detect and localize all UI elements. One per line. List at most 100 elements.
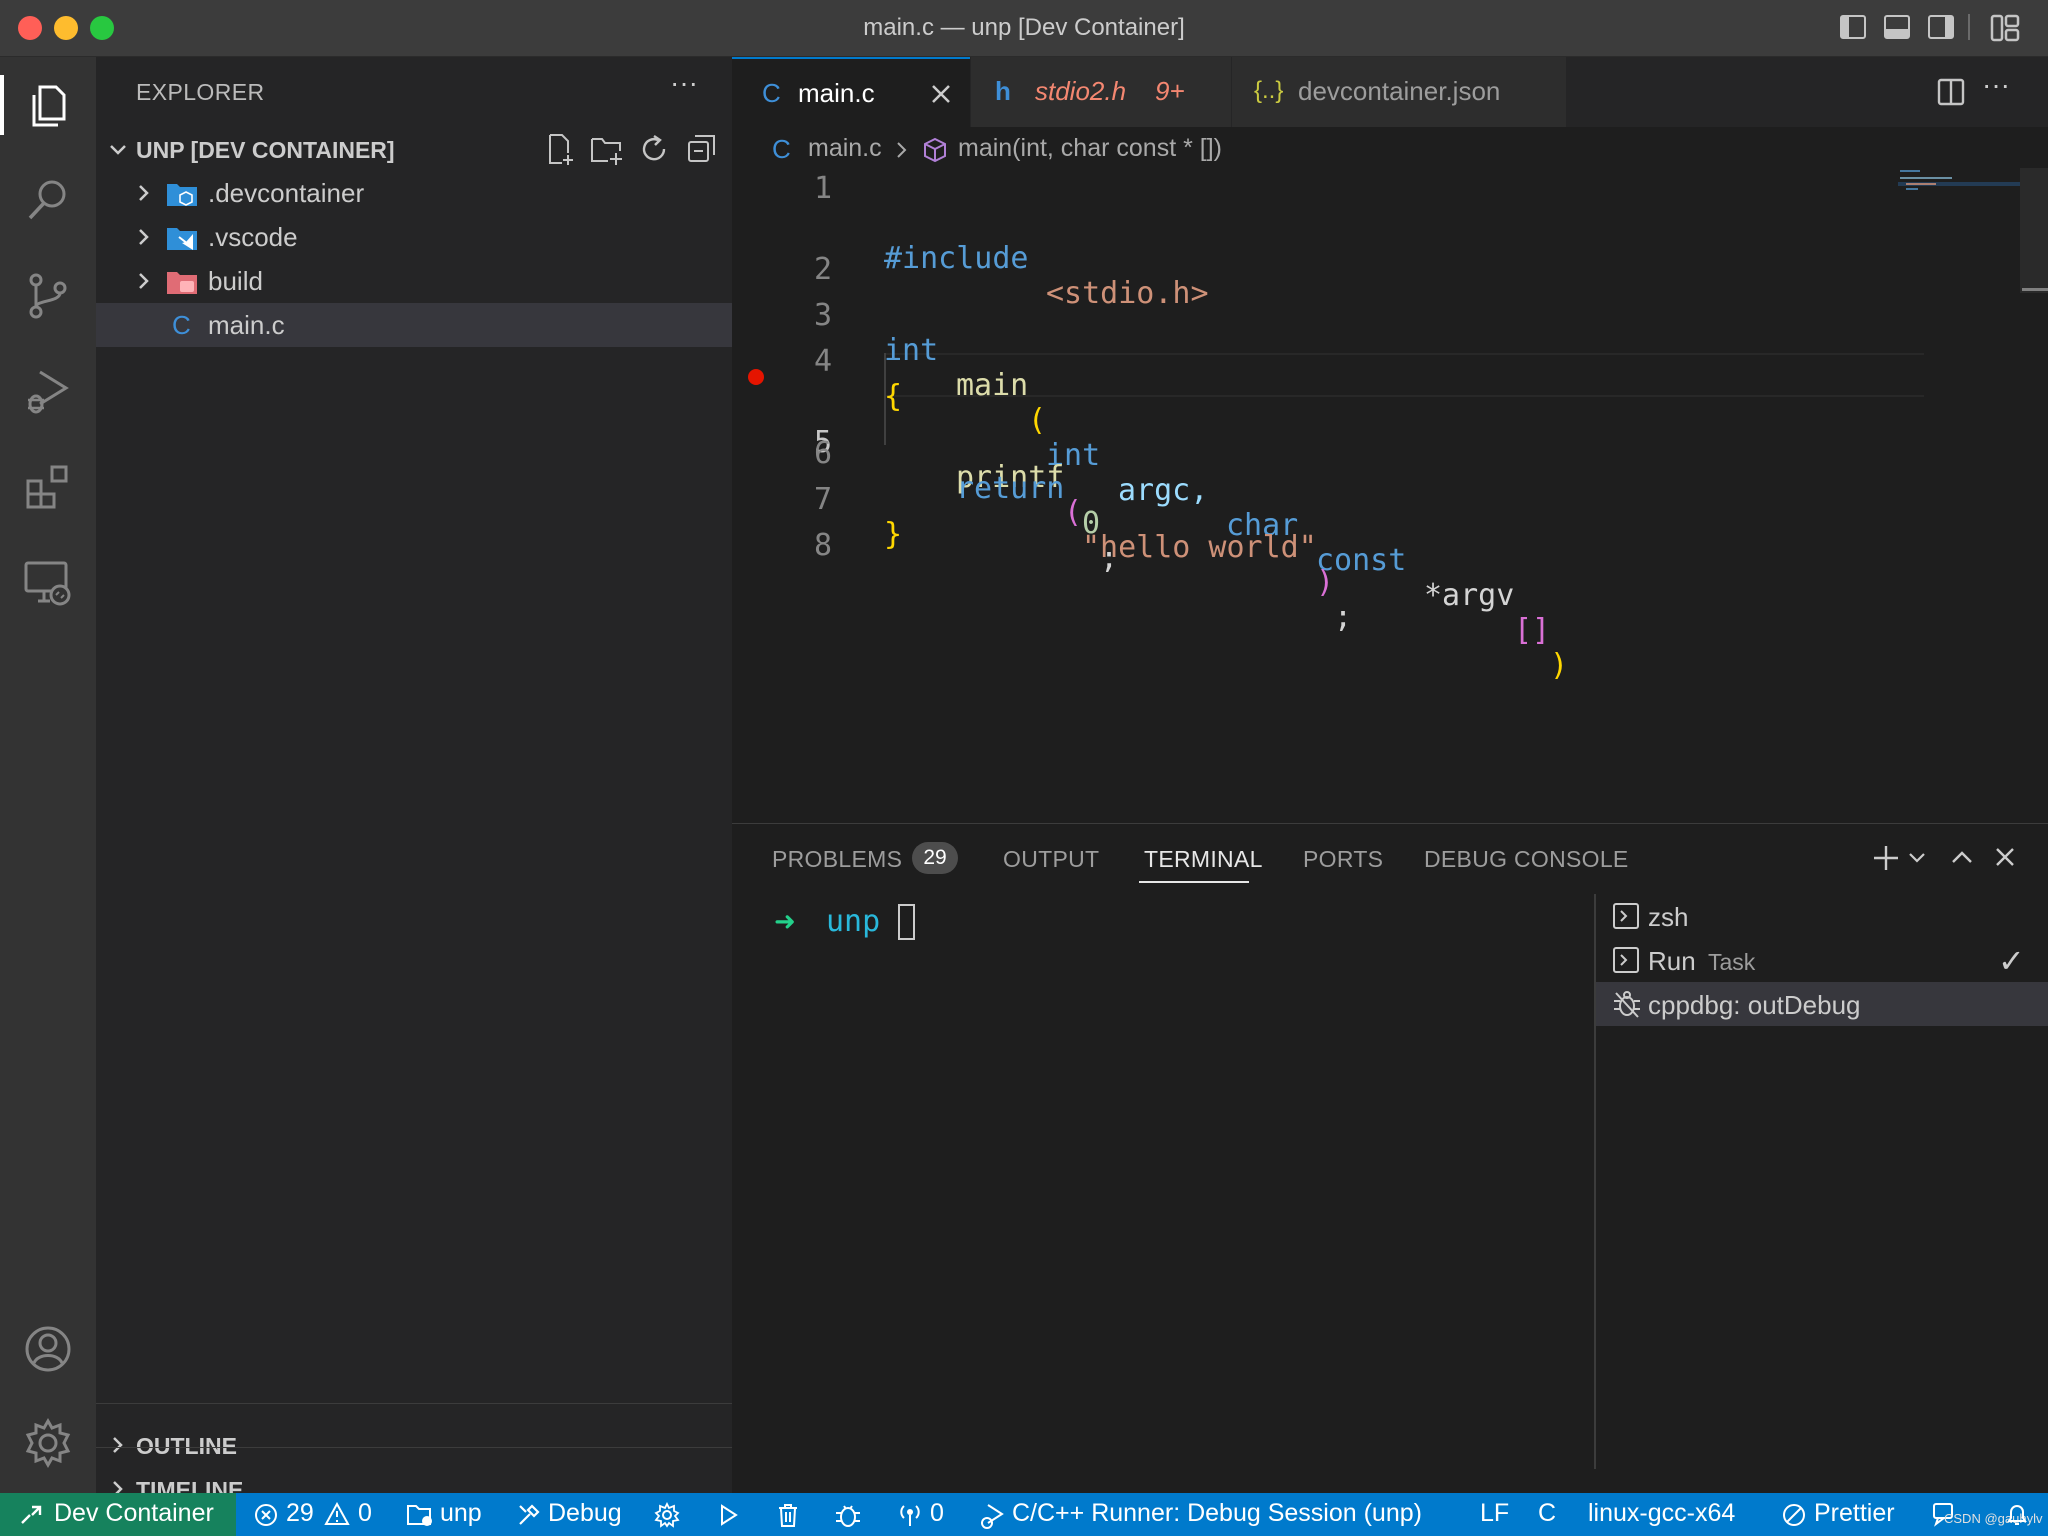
ports-status[interactable]: 0 <box>896 1493 950 1536</box>
code-line-7: 7 } <box>732 447 902 552</box>
error-icon <box>255 1504 277 1526</box>
more-actions-icon[interactable]: ··· <box>1982 69 2010 101</box>
tab-ports[interactable]: PORTS <box>1303 846 1383 873</box>
customize-layout-icon[interactable] <box>1990 14 2020 42</box>
split-editor-icon[interactable] <box>1936 77 1966 107</box>
tab-debug-console[interactable]: DEBUG CONSOLE <box>1424 846 1629 873</box>
explorer-icon[interactable] <box>18 75 78 135</box>
terminal-list-item-cppdbg[interactable]: cppdbg: outDebug <box>1596 982 2048 1026</box>
tab-stdio2-h[interactable]: h stdio2.h 9+ <box>971 57 1231 127</box>
remote-explorer-icon[interactable] <box>18 553 78 613</box>
accounts-icon[interactable] <box>18 1319 78 1379</box>
search-icon[interactable] <box>18 170 78 230</box>
build-config-status[interactable]: Debug <box>512 1493 626 1536</box>
debug-alt-icon <box>981 1504 1004 1529</box>
toggle-primary-sidebar-icon[interactable] <box>1840 15 1866 39</box>
run-and-debug-icon[interactable] <box>18 362 78 422</box>
ports-count: 0 <box>930 1499 944 1527</box>
close-icon[interactable] <box>930 83 952 105</box>
tree-item-build[interactable]: build <box>96 259 732 303</box>
tab-terminal[interactable]: TERMINAL <box>1144 846 1263 873</box>
chevron-right-icon <box>139 273 149 289</box>
folder-vscode-icon <box>167 228 197 250</box>
tab-devcontainer-json[interactable]: {..} devcontainer.json <box>1232 57 1566 127</box>
keyword: int <box>884 333 939 368</box>
bracket: ) <box>1550 648 1569 683</box>
title-bar: main.c — unp [Dev Container] <box>0 0 2048 57</box>
tab-output[interactable]: OUTPUT <box>1003 846 1099 873</box>
tree-item-devcontainer[interactable]: .devcontainer <box>96 171 732 215</box>
remote-indicator[interactable]: Dev Container <box>0 1493 236 1536</box>
bottom-panel: PROBLEMS 29 OUTPUT TERMINAL PORTS DEBUG … <box>732 823 2048 1494</box>
editor-scrollbar[interactable] <box>2020 168 2048 293</box>
breakpoint-dot[interactable] <box>748 369 764 385</box>
new-file-icon[interactable] <box>544 133 576 165</box>
breadcrumb: C main.c main(int, char const * []) <box>732 127 2048 171</box>
refresh-icon[interactable] <box>638 133 670 165</box>
tree-item-main-c[interactable]: C main.c <box>96 303 732 347</box>
code-line-1: 1 #include <stdio.h> <box>732 171 1209 311</box>
terminal-list-item-zsh[interactable]: zsh <box>1596 894 2048 938</box>
folder-label: unp <box>440 1499 482 1527</box>
prettier-status[interactable]: Prettier <box>1780 1493 1920 1536</box>
remote-label: Dev Container <box>54 1499 214 1527</box>
tab-problems[interactable]: PROBLEMS <box>772 846 902 873</box>
new-folder-icon[interactable] <box>590 133 624 165</box>
bracket: ( <box>1064 495 1083 530</box>
header-file-icon: h <box>995 76 1011 106</box>
number-literal: 0 <box>1082 506 1101 541</box>
run-play-icon[interactable] <box>716 1503 740 1527</box>
debug-bug-icon[interactable] <box>834 1502 862 1528</box>
status-bar: Dev Container 29 0 unp Debug 0 C/C++ Run… <box>0 1493 2048 1536</box>
tab-main-c[interactable]: C main.c <box>732 57 970 127</box>
folder-build-icon <box>167 272 197 294</box>
cpp-configuration[interactable]: linux-gcc-x64 <box>1588 1499 1735 1528</box>
eol-indicator[interactable]: LF <box>1480 1499 1509 1528</box>
bracket: ( <box>1028 403 1047 438</box>
debug-icon <box>1614 991 1640 1018</box>
toggle-panel-icon[interactable] <box>1884 15 1910 39</box>
debug-session-status[interactable]: C/C++ Runner: Debug Session (unp) <box>976 1493 1426 1536</box>
code-editor[interactable]: 1 #include <stdio.h> 2 3 int main ( int … <box>732 171 1924 683</box>
warning-count: 0 <box>358 1499 372 1527</box>
chevron-down-icon[interactable] <box>1908 850 1926 866</box>
outline-section-header[interactable]: OUTLINE <box>96 1425 732 1465</box>
title-divider <box>1968 14 1970 40</box>
terminal-name: cppdbg: outDebug <box>1648 990 1861 1020</box>
ellipsis-icon[interactable]: ··· <box>670 67 698 99</box>
cmake-folder-status[interactable]: unp <box>404 1493 486 1536</box>
terminal-area[interactable] <box>732 894 1594 1469</box>
breadcrumb-symbol[interactable]: main(int, char const * []) <box>958 134 1222 163</box>
notifications-bell-icon[interactable] <box>2004 1502 2030 1528</box>
terminal-list-item-run-task[interactable]: Run Task ✓ <box>1596 938 2048 982</box>
maximize-panel-chevron-up-icon[interactable] <box>1950 846 1974 868</box>
minimap[interactable] <box>1898 168 2022 198</box>
debug-session-label: C/C++ Runner: Debug Session (unp) <box>1012 1499 1422 1527</box>
source-control-icon[interactable] <box>18 266 78 326</box>
terminal-suffix: Task <box>1708 949 1756 975</box>
trash-icon[interactable] <box>776 1502 800 1528</box>
close-panel-icon[interactable] <box>1994 846 2016 868</box>
toggle-secondary-sidebar-icon[interactable] <box>1928 15 1954 39</box>
code-line-4: 4 { <box>732 309 902 414</box>
collapse-all-icon[interactable] <box>686 133 718 165</box>
breadcrumb-file[interactable]: main.c <box>808 134 882 163</box>
code-line-6: 6 return 0 ; <box>732 401 1118 576</box>
tree-item-label: main.c <box>208 310 285 340</box>
tree-item-vscode[interactable]: .vscode <box>96 215 732 259</box>
extensions-icon[interactable] <box>18 457 78 517</box>
parameter: argc, <box>1118 473 1209 508</box>
tree-item-label: build <box>208 266 263 296</box>
problems-status[interactable]: 29 0 <box>250 1493 380 1536</box>
folder-devcontainer-icon <box>167 184 197 206</box>
chevron-right-icon <box>139 229 149 245</box>
workspace-root-header[interactable]: UNP [DEV CONTAINER] <box>96 127 732 171</box>
terminal-icon <box>1613 903 1639 929</box>
manage-gear-icon[interactable] <box>18 1413 78 1473</box>
settings-gear-icon[interactable] <box>654 1502 680 1528</box>
check-icon: ✓ <box>1998 943 2025 979</box>
language-mode[interactable]: C <box>1538 1499 1556 1528</box>
new-terminal-plus-icon[interactable] <box>1872 844 1900 872</box>
json-file-icon: {..} <box>1254 77 1284 104</box>
parameter: *argv <box>1424 578 1515 613</box>
